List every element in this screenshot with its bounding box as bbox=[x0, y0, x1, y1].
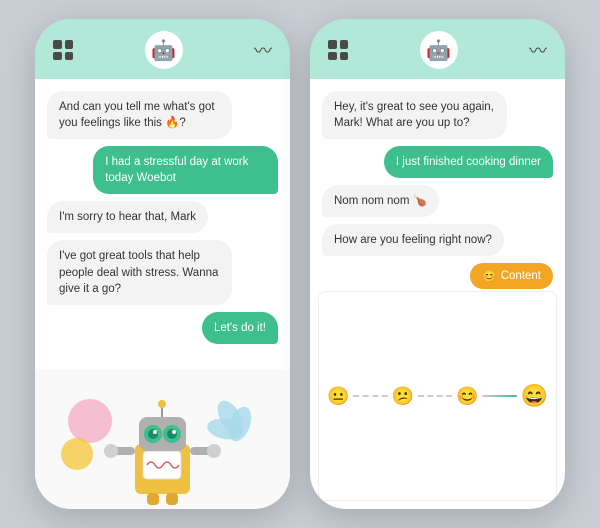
bubble-left: I've got great tools that help people de… bbox=[47, 240, 232, 304]
wave-icon: 〰 bbox=[529, 37, 547, 63]
avatar: 🤖 bbox=[420, 31, 458, 69]
phone1-chat: And can you tell me what's got you feeli… bbox=[35, 79, 290, 369]
message-text: And can you tell me what's got you feeli… bbox=[59, 101, 215, 129]
message-text: Let's do it! bbox=[214, 322, 266, 334]
bubble-right: I had a stressful day at work today Woeb… bbox=[93, 146, 278, 194]
phone-2: 🤖 〰 Hey, it's great to see you again, Ma… bbox=[310, 19, 565, 509]
robot-emoji: 🤖 bbox=[151, 38, 176, 63]
message-text: I've got great tools that help people de… bbox=[59, 250, 218, 294]
robot-svg bbox=[35, 369, 290, 509]
graph-emoji-3: 😊 bbox=[456, 386, 478, 407]
robot-illustration bbox=[35, 369, 290, 509]
tag-label: Content bbox=[501, 270, 541, 282]
tag-emoji: 😊 bbox=[482, 269, 496, 283]
message-text: I'm sorry to hear that, Mark bbox=[59, 211, 196, 223]
graph-emoji-1: 😐 bbox=[327, 386, 349, 407]
avatar: 🤖 bbox=[145, 31, 183, 69]
grid-icon bbox=[53, 40, 73, 60]
message-text: I just finished cooking dinner bbox=[396, 156, 541, 168]
content-tag: 😊 Content bbox=[470, 263, 553, 289]
bubble-left: Hey, it's great to see you again, Mark! … bbox=[322, 91, 507, 139]
message-text: I had a stressful day at work today Woeb… bbox=[105, 156, 248, 184]
robot-emoji: 🤖 bbox=[426, 38, 451, 63]
bubble-left: And can you tell me what's got you feeli… bbox=[47, 91, 232, 139]
graph-emoji-4: 😄 bbox=[521, 383, 548, 409]
graph-line bbox=[482, 395, 516, 397]
bubble-left: Nom nom nom 🍗 bbox=[322, 185, 439, 217]
graph-emoji-2: 😕 bbox=[392, 386, 414, 407]
phone1-header: 🤖 〰 bbox=[35, 19, 290, 79]
emoji-graph-area: 😐 😕 😊 😄 bbox=[318, 291, 557, 501]
phone-1: 🤖 〰 And can you tell me what's got you f… bbox=[35, 19, 290, 509]
emoji-graph: 😐 😕 😊 😄 bbox=[327, 383, 548, 409]
phone2-header: 🤖 〰 bbox=[310, 19, 565, 79]
message-text: How are you feeling right now? bbox=[334, 234, 492, 246]
wave-icon: 〰 bbox=[254, 37, 272, 63]
bubble-left: I'm sorry to hear that, Mark bbox=[47, 201, 208, 233]
message-text: Nom nom nom 🍗 bbox=[334, 195, 427, 207]
message-text: Hey, it's great to see you again, Mark! … bbox=[334, 101, 494, 129]
bubble-right: I just finished cooking dinner bbox=[384, 146, 553, 178]
grid-icon bbox=[328, 40, 348, 60]
bubble-right: Let's do it! bbox=[202, 312, 278, 344]
graph-line bbox=[418, 395, 452, 397]
bubble-left: How are you feeling right now? bbox=[322, 224, 504, 256]
phone2-chat: Hey, it's great to see you again, Mark! … bbox=[310, 79, 565, 291]
graph-line bbox=[353, 395, 387, 397]
